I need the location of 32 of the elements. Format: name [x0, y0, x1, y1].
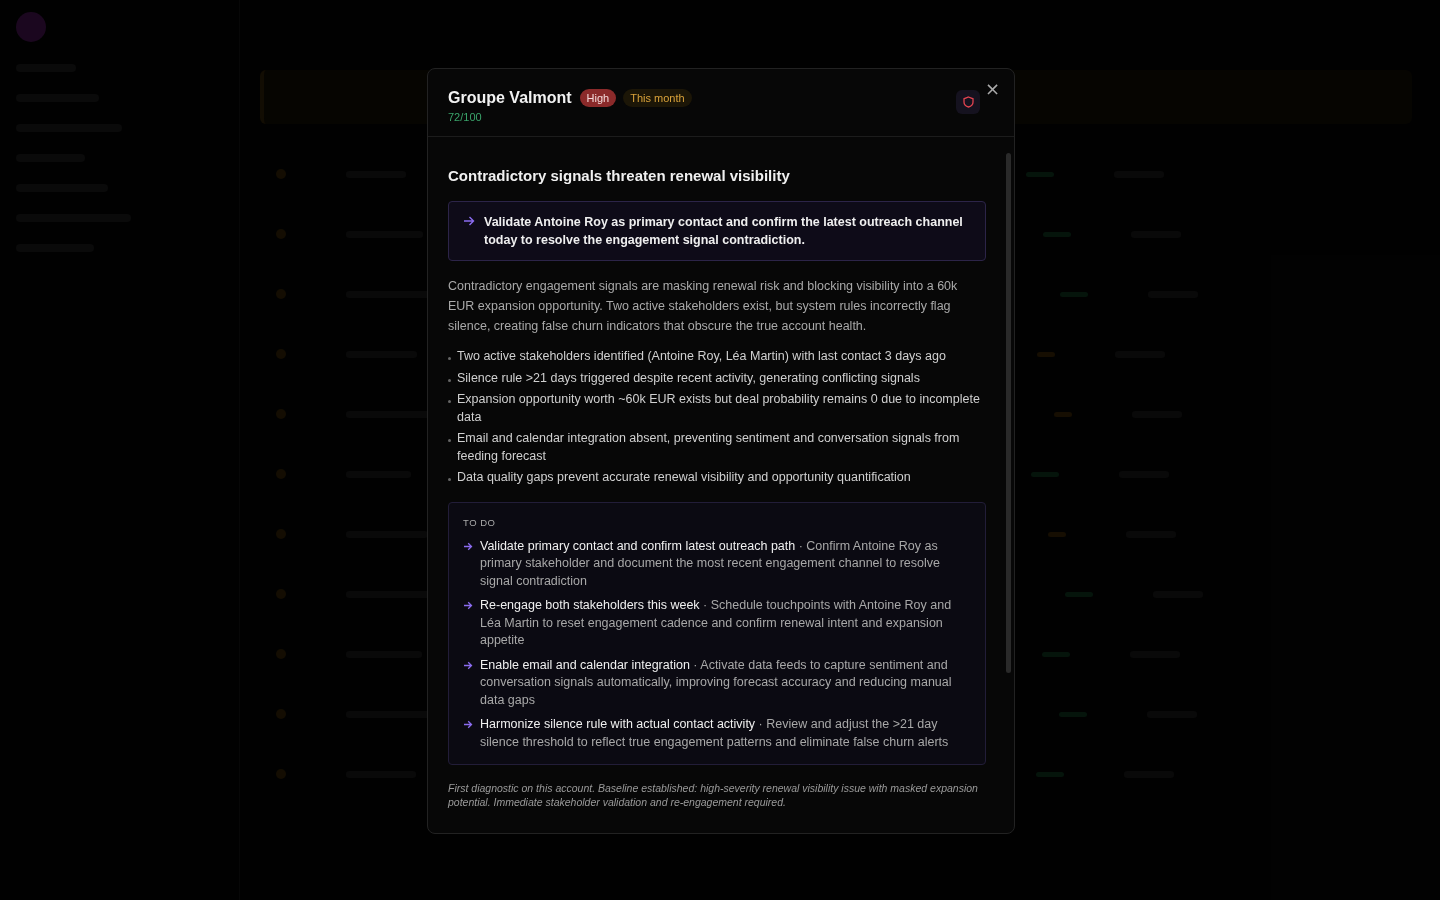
summary-paragraph: Contradictory engagement signals are masking renewal risk and blocking visibility into a 60k EUR expansion opportunity. Two active stakeholders exist, but system rules incorrectly flag silence, creating false churn indicators that obscure the true account health. — [448, 278, 959, 335]
callout-text: Validate Antoine Roy as primary contact and confirm the latest outreach channel today to resolve the engagement signal contradiction. — [484, 214, 964, 249]
todo-item-text: Re-engage both stakeholders this week · Schedule touchpoints with Antoine Roy and Léa Martin to reset engagement cadence and confirm renewal intent and expansion appetite — [480, 597, 953, 649]
finding-text: Data quality gaps prevent accurate renewal visibility and opportunity quantification — [457, 469, 911, 486]
timing-badge: This month — [623, 89, 692, 107]
todo-item-text: Validate primary contact and confirm latest outreach path · Confirm Antoine Roy as primary stakeholder and document the most recent engagement channel to resolve signal contradiction — [480, 537, 941, 590]
finding-text: Two active stakeholders identified (Antoine Roy, Léa Martin) with last contact 3 days ago — [457, 348, 946, 365]
arrow-icon — [463, 216, 475, 226]
todo-item-text: Harmonize silence rule with actual contact activity · Review and adjust the >21 day silence threshold to reflect true engagement patterns and eliminate false churn alerts — [480, 716, 950, 751]
finding-text: Expansion opportunity worth ~60k EUR exists but deal probability remains 0 due to incomplete data — [457, 391, 981, 426]
arrow-icon — [463, 660, 473, 670]
finding-text: Silence rule >21 days triggered despite recent activity, generating conflicting signals — [457, 369, 920, 387]
shield-icon — [962, 96, 974, 108]
dialog-title: Groupe Valmont — [448, 89, 572, 107]
close-button[interactable]: × — [984, 80, 1000, 98]
shield-button[interactable] — [956, 90, 980, 114]
diagnostic-heading: Contradictory signals threaten renewal visibility — [448, 167, 791, 184]
arrow-icon — [463, 541, 473, 551]
bullet-icon — [448, 400, 451, 403]
bullet-icon — [448, 378, 451, 382]
arrow-icon — [463, 601, 473, 610]
note-text: First diagnostic on this account. Baseline established: high-severity renewal visibility issue with masked expansion potential. Immediate stakeholder validation and re-engagement required. — [448, 781, 979, 809]
bullet-icon — [448, 478, 451, 481]
score-text: 72/100 — [448, 111, 483, 123]
todo-title: TO DO — [463, 516, 497, 528]
arrow-icon — [463, 720, 473, 729]
todo-item-text: Enable email and calendar integration · Activate data feeds to capture sentiment and conversation signals automatically, improving forecast accuracy and reducing manual data gaps — [480, 656, 953, 709]
bullet-icon — [448, 439, 451, 442]
bullet-icon — [448, 357, 451, 360]
finding-text: Email and calendar integration absent, preventing sentiment and conversation signals from feeding forecast — [457, 430, 961, 465]
scrollbar-thumb[interactable] — [1006, 153, 1011, 673]
severity-badge: High — [579, 89, 617, 107]
